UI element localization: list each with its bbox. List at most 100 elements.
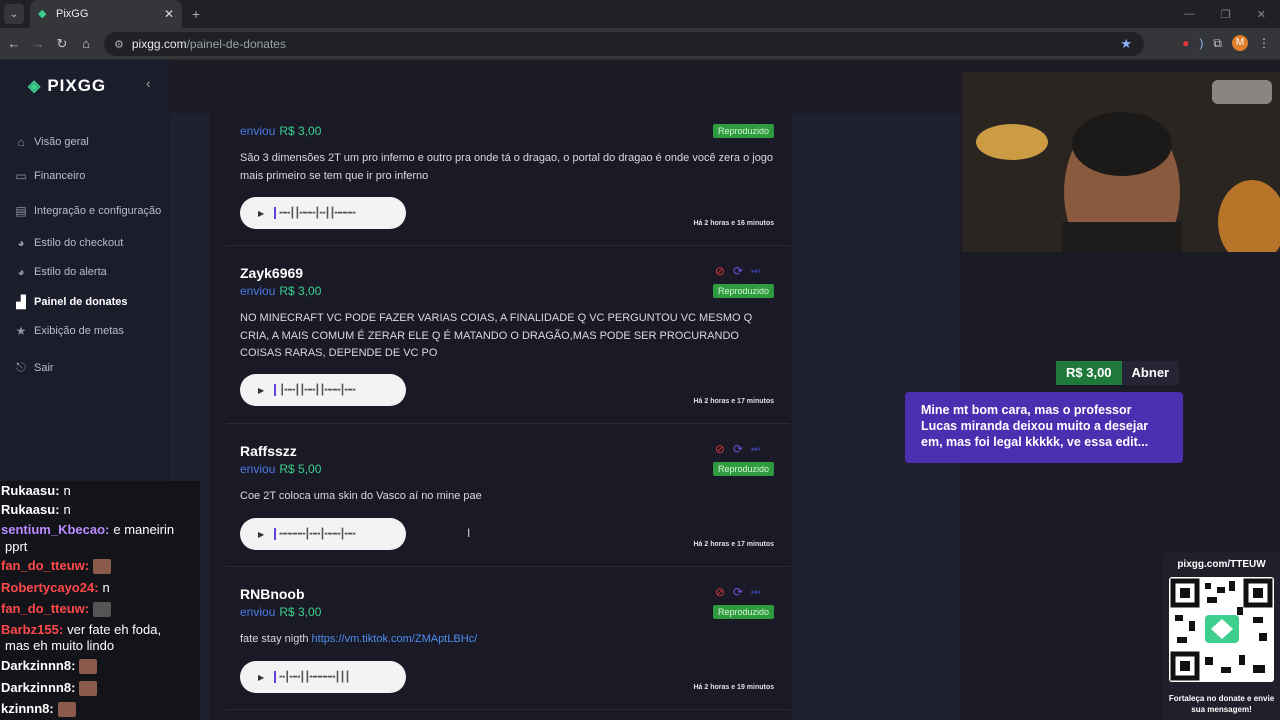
maximize-button[interactable]: ❐ xyxy=(1221,8,1231,21)
minimize-button[interactable]: — xyxy=(1184,8,1195,21)
chat-user: Barbz155: xyxy=(1,622,64,637)
home-button[interactable]: ⌂ xyxy=(74,36,98,51)
sent-label: enviou xyxy=(240,605,276,619)
status-badge: Reproduzido xyxy=(712,284,774,298)
playhead[interactable] xyxy=(274,384,277,396)
sidebar-item-estilo-checkout[interactable]: ◕ Estilo do checkout xyxy=(14,236,123,250)
chat-message: sentium_Kbecao: e maneirin xyxy=(1,522,174,537)
tab-title: PixGG xyxy=(56,8,89,20)
replay-icon[interactable]: ⟳ xyxy=(733,264,743,278)
alert-message: Mine mt bom cara, mas o professor Lucas … xyxy=(905,392,1183,463)
play-icon[interactable]: ▶ xyxy=(258,673,264,682)
chat-message: Barbz155: ver fate eh foda, xyxy=(1,622,161,637)
url-host: pixgg.com xyxy=(131,37,187,51)
chat-text: e maneirin xyxy=(113,522,175,537)
donation-time: Há 2 horas e 17 minutos xyxy=(693,398,774,405)
forward-button[interactable]: → xyxy=(26,36,50,51)
extensions-puzzle-icon[interactable]: ⧉ xyxy=(1213,36,1222,51)
sidebar-item-label: Financeiro xyxy=(34,170,86,182)
chat-user: Darkzinnn8: xyxy=(1,680,76,695)
qr-url: pixgg.com/TTEUW xyxy=(1177,559,1266,570)
chat-message: Darkzinnn8: xyxy=(1,658,98,675)
tab-search-button[interactable]: ⌄ xyxy=(4,4,24,24)
collapse-sidebar-icon[interactable]: ‹ xyxy=(146,75,151,91)
browser-menu-icon[interactable]: ⋮ xyxy=(1258,36,1270,50)
donation-time: Há 2 horas e 19 minutos xyxy=(693,684,774,691)
block-icon[interactable]: ⊘ xyxy=(715,264,725,278)
block-icon[interactable]: ⊘ xyxy=(715,585,725,599)
donor-name: Zayk6969 xyxy=(240,265,304,281)
sidebar-item-sair[interactable]: ⎋ Sair xyxy=(14,360,53,375)
donation-amount: R$ 3,00 xyxy=(279,124,322,138)
back-button[interactable]: ← xyxy=(2,36,26,51)
donation-actions: ⊘ ⟳ ⏭ xyxy=(715,442,760,456)
new-tab-button[interactable]: + xyxy=(192,6,200,22)
replay-icon[interactable]: ⟳ xyxy=(733,585,743,599)
chat-text: n xyxy=(102,580,110,595)
qr-widget: pixgg.com/TTEUW Fortaleça no donate e en… xyxy=(1163,553,1280,720)
status-badge: Reproduzido xyxy=(712,462,774,476)
waveform[interactable]: ╍┃╍╍┃┃╍╍╍╍╍┃┃┃ xyxy=(279,672,350,683)
waveform[interactable]: ╍╍╍╍╍┃╍╍┃╍╍╍┃╍╍ xyxy=(279,529,355,540)
playhead[interactable] xyxy=(274,528,277,540)
chart-icon: ▟ xyxy=(16,295,26,309)
qr-code xyxy=(1169,577,1274,682)
message-text: fate stay nigth xyxy=(240,633,312,645)
donation-amount: R$ 3,00 xyxy=(279,284,322,298)
sidebar-item-painel-donates[interactable]: ▟ Painel de donates xyxy=(14,295,128,309)
url-field[interactable]: ⚙ pixgg.com /painel-de-donates ★ xyxy=(104,32,1144,56)
close-window-button[interactable]: ✕ xyxy=(1257,8,1266,21)
pixgg-logo[interactable]: ◈ PIXGG xyxy=(28,76,106,96)
donation-actions: ⊘ ⟳ ⏭ xyxy=(715,585,760,599)
audio-player[interactable]: ▶ ╍┃╍╍┃┃╍╍╍╍╍┃┃┃ xyxy=(240,661,406,693)
donation-time: Há 2 horas e 16 minutos xyxy=(693,220,774,227)
close-tab-icon[interactable]: ✕ xyxy=(164,7,174,21)
chat-text: pprt xyxy=(5,539,28,554)
emote-image xyxy=(79,659,98,675)
sidebar-item-integracao[interactable]: ▤ Integração e configuração xyxy=(14,204,161,218)
main-header-band xyxy=(170,61,960,113)
playhead[interactable] xyxy=(274,671,277,683)
sent-label: enviou xyxy=(240,462,276,476)
chat-user: sentium_Kbecao: xyxy=(1,522,110,537)
play-icon[interactable]: ▶ xyxy=(258,209,264,218)
sidebar-item-metas[interactable]: ★ Exibição de metas xyxy=(14,324,124,338)
sidebar-item-estilo-alerta[interactable]: ◕ Estilo do alerta xyxy=(14,265,106,279)
skip-icon[interactable]: ⏭ xyxy=(751,444,760,455)
donor-name: RNBnoob xyxy=(240,586,305,602)
site-info-icon[interactable]: ⚙ xyxy=(114,38,124,51)
play-icon[interactable]: ▶ xyxy=(258,530,264,539)
qr-footer: Fortaleça no donate e envie sua mensagem… xyxy=(1168,694,1275,714)
donation-message: fate stay nigth https://vm.tiktok.com/ZM… xyxy=(240,631,780,649)
sidebar-item-label: Painel de donates xyxy=(34,296,128,308)
extension-audio-icon[interactable]: ) xyxy=(1199,36,1203,50)
sidebar-item-financeiro[interactable]: ▭ Financeiro xyxy=(14,169,85,183)
play-icon[interactable]: ▶ xyxy=(258,386,264,395)
donation-amount-line: enviou R$ 5,00 xyxy=(240,462,321,476)
chat-message: mas eh muito lindo xyxy=(1,638,114,653)
audio-player[interactable]: ▶ ╍╍┃┃╍╍╍┃╍┃┃╍╍╍╍ xyxy=(240,197,406,229)
chat-message: Robertycayo24: n xyxy=(1,580,110,595)
donation-amount: R$ 5,00 xyxy=(279,462,322,476)
waveform[interactable]: ╍╍┃┃╍╍╍┃╍┃┃╍╍╍╍ xyxy=(279,208,355,219)
audio-player[interactable]: ▶ ┃╍╍┃┃╍╍┃┃╍╍╍┃╍╍ xyxy=(240,374,406,406)
replay-icon[interactable]: ⟳ xyxy=(733,442,743,456)
webcam-image xyxy=(962,72,1280,252)
sidebar-item-label: Exibição de metas xyxy=(34,325,124,337)
stream-chat: Rukaasu: n Rukaasu: n sentium_Kbecao: e man… xyxy=(0,481,200,720)
browser-tab[interactable]: ◆ PixGG ✕ xyxy=(30,0,182,28)
reload-button[interactable]: ↻ xyxy=(50,36,74,52)
audio-player[interactable]: ▶ ╍╍╍╍╍┃╍╍┃╍╍╍┃╍╍ xyxy=(240,518,406,550)
waveform[interactable]: ┃╍╍┃┃╍╍┃┃╍╍╍┃╍╍ xyxy=(279,385,355,396)
playhead[interactable] xyxy=(274,207,277,219)
bookmark-star-icon[interactable]: ★ xyxy=(1120,36,1132,52)
skip-icon[interactable]: ⏭ xyxy=(751,266,760,277)
block-icon[interactable]: ⊘ xyxy=(715,442,725,456)
profile-avatar[interactable]: M xyxy=(1232,35,1248,51)
sidebar-item-visao-geral[interactable]: ⌂ Visão geral xyxy=(14,135,88,149)
tiktok-link[interactable]: https://vm.tiktok.com/ZMAptLBHc/ xyxy=(312,633,478,645)
extension-icon[interactable]: ● xyxy=(1182,36,1189,50)
chat-message: Darkzinnn8: xyxy=(1,680,98,697)
url-path: /painel-de-donates xyxy=(186,37,286,51)
skip-icon[interactable]: ⏭ xyxy=(751,587,760,598)
